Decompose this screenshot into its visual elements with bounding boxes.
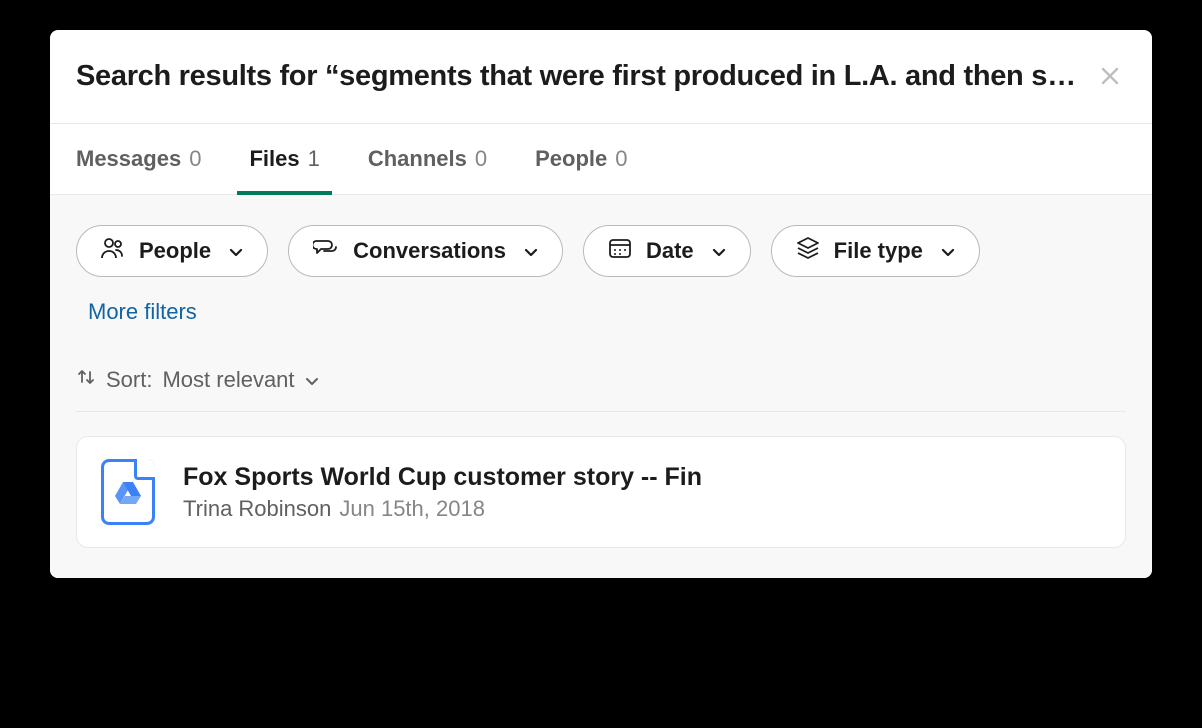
filter-people[interactable]: People xyxy=(76,225,268,277)
tab-files[interactable]: Files 1 xyxy=(249,124,319,194)
tab-label: People xyxy=(535,146,607,172)
filter-label: File type xyxy=(834,238,923,264)
results-body: People Conversations Date xyxy=(50,195,1152,578)
filter-label: People xyxy=(139,238,211,264)
chevron-down-icon xyxy=(524,238,538,264)
tab-label: Channels xyxy=(368,146,467,172)
filter-conversations[interactable]: Conversations xyxy=(288,225,563,277)
chevron-down-icon xyxy=(229,238,243,264)
more-filters-link[interactable]: More filters xyxy=(88,299,197,325)
page-title: Search results for “segments that were f… xyxy=(76,60,1086,93)
filter-label: Date xyxy=(646,238,694,264)
tab-label: Files xyxy=(249,146,299,172)
stack-icon xyxy=(796,237,820,265)
filter-row: People Conversations Date xyxy=(76,225,1126,277)
sort-dropdown[interactable]: Sort: Most relevant xyxy=(76,367,1126,412)
conversations-icon xyxy=(313,237,339,265)
calendar-icon xyxy=(608,237,632,265)
google-drive-file-icon xyxy=(101,459,155,525)
result-item[interactable]: Fox Sports World Cup customer story -- F… xyxy=(76,436,1126,548)
tabs-bar: Messages 0 Files 1 Channels 0 People 0 xyxy=(50,123,1152,195)
filter-date[interactable]: Date xyxy=(583,225,751,277)
result-author: Trina Robinson xyxy=(183,496,331,522)
tab-count: 0 xyxy=(189,146,201,172)
result-title: Fox Sports World Cup customer story -- F… xyxy=(183,463,702,492)
sort-value: Most relevant xyxy=(162,367,294,393)
search-results-modal: Search results for “segments that were f… xyxy=(50,30,1152,578)
filter-filetype[interactable]: File type xyxy=(771,225,980,277)
chevron-down-icon xyxy=(305,367,319,393)
chevron-down-icon xyxy=(941,238,955,264)
modal-header: Search results for “segments that were f… xyxy=(50,30,1152,123)
tab-count: 1 xyxy=(308,146,320,172)
people-icon xyxy=(101,237,125,265)
chevron-down-icon xyxy=(712,238,726,264)
result-text: Fox Sports World Cup customer story -- F… xyxy=(183,463,702,522)
tab-messages[interactable]: Messages 0 xyxy=(76,124,201,194)
tab-channels[interactable]: Channels 0 xyxy=(368,124,487,194)
filter-label: Conversations xyxy=(353,238,506,264)
result-date: Jun 15th, 2018 xyxy=(339,496,485,522)
tab-count: 0 xyxy=(475,146,487,172)
result-meta: Trina Robinson Jun 15th, 2018 xyxy=(183,496,702,522)
tab-label: Messages xyxy=(76,146,181,172)
tab-people[interactable]: People 0 xyxy=(535,124,627,194)
sort-arrows-icon xyxy=(76,367,96,393)
close-icon[interactable] xyxy=(1098,64,1122,93)
sort-prefix: Sort: xyxy=(106,367,152,393)
tab-count: 0 xyxy=(615,146,627,172)
